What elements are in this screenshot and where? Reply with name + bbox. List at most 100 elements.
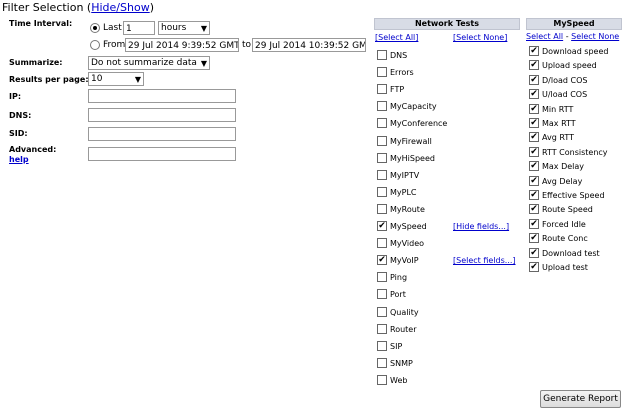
results-select-value: 10 <box>91 74 103 84</box>
myspeed-field-label: RTT Consistency <box>542 147 608 157</box>
myspeed-field-checkbox[interactable]: ✔ <box>529 103 539 114</box>
network-test-checkbox[interactable] <box>377 340 387 351</box>
myspeed-field-checkbox[interactable]: ✔ <box>529 74 539 85</box>
myspeed-field-label: Route Speed <box>542 205 593 215</box>
network-test-label: MyConference <box>390 119 448 129</box>
myspeed-field-label: Max RTT <box>542 119 576 128</box>
network-select-all-link[interactable]: [Select All] <box>375 33 418 42</box>
network-test-label: SNMP <box>390 358 413 368</box>
network-tests-header: Network Tests <box>374 18 520 30</box>
network-test-checkbox[interactable] <box>377 135 387 146</box>
sid-input[interactable] <box>88 127 236 141</box>
chevron-down-icon: ▼ <box>134 75 141 84</box>
myspeed-field-checkbox[interactable]: ✔ <box>529 190 539 200</box>
network-test-label: Port <box>390 290 406 300</box>
network-test-checkbox[interactable] <box>377 203 387 214</box>
myspeed-field-checkbox[interactable]: ✔ <box>529 204 539 215</box>
myspeed-field-checkbox[interactable]: ✔ <box>529 46 539 56</box>
myspeed-field-checkbox[interactable]: ✔ <box>529 146 539 157</box>
from-radio[interactable] <box>90 40 100 50</box>
network-test-checkbox[interactable] <box>377 357 387 368</box>
myspeed-field-checkbox[interactable]: ✔ <box>529 118 539 128</box>
myvoip-select-fields-link[interactable]: [Select fields...] <box>453 256 516 265</box>
network-test-checkbox[interactable] <box>377 118 387 129</box>
network-test-label: Web <box>390 375 408 385</box>
myspeed-field-checkbox[interactable]: ✔ <box>529 247 539 258</box>
network-test-checkbox[interactable] <box>377 272 387 283</box>
dns-label: DNS: <box>9 111 32 120</box>
last-value-input[interactable]: 1 <box>123 21 155 35</box>
to-date-input[interactable]: 29 Jul 2014 10:39:52 GMT <box>252 38 366 52</box>
myspeed-field-checkbox[interactable]: ✔ <box>529 175 539 186</box>
last-label: Last <box>103 23 122 33</box>
myspeed-field-label: Avg RTT <box>542 133 574 143</box>
network-test-checkbox[interactable] <box>377 289 387 300</box>
myspeed-field-label: Min RTT <box>542 104 574 114</box>
myspeed-hide-fields-link[interactable]: [Hide fields...] <box>453 222 509 231</box>
network-test-label: Errors <box>390 68 414 78</box>
myspeed-field-label: Upload test <box>542 263 588 272</box>
unit-select[interactable]: hours ▼ <box>158 21 210 35</box>
from-date-input[interactable]: 29 Jul 2014 9:39:52 GMT-0 <box>125 38 239 52</box>
to-label: to <box>242 40 252 50</box>
network-test-checkbox[interactable] <box>377 84 387 95</box>
network-test-checkbox[interactable]: ✔ <box>377 221 387 231</box>
from-label: From <box>103 40 126 50</box>
network-test-checkbox[interactable] <box>377 169 387 180</box>
myspeed-field-checkbox[interactable]: ✔ <box>529 233 539 244</box>
myspeed-field-checkbox[interactable]: ✔ <box>529 60 539 71</box>
hide-show-link[interactable]: Hide/Show <box>91 1 149 14</box>
network-test-checkbox[interactable] <box>377 101 387 112</box>
myspeed-field-label: Upload speed <box>542 61 597 71</box>
network-test-checkbox[interactable]: ✔ <box>377 255 387 266</box>
myspeed-select-all-link[interactable]: Select All <box>526 32 563 41</box>
network-test-checkbox[interactable] <box>377 323 387 334</box>
network-select-none-link[interactable]: [Select None] <box>453 33 507 42</box>
network-test-label: MyPLC <box>390 187 417 197</box>
network-test-label: MyFirewall <box>390 136 432 146</box>
network-test-label: SIP <box>390 341 403 351</box>
myspeed-field-checkbox[interactable]: ✔ <box>529 89 539 100</box>
myspeed-field-label: D/load COS <box>542 75 588 85</box>
myspeed-field-label: Forced Idle <box>542 219 586 229</box>
help-link[interactable]: help <box>9 155 29 164</box>
generate-report-button[interactable]: Generate Report <box>540 390 621 408</box>
myspeed-field-checkbox[interactable]: ✔ <box>529 262 539 272</box>
last-radio[interactable] <box>90 23 100 33</box>
network-test-checkbox[interactable] <box>377 50 387 60</box>
ip-label: IP: <box>9 92 22 101</box>
network-test-label: MySpeed <box>390 222 427 231</box>
title-text: Filter Selection <box>2 1 84 14</box>
myspeed-field-checkbox[interactable]: ✔ <box>529 132 539 143</box>
myspeed-field-label: Effective Speed <box>542 191 605 200</box>
network-test-label: DNS <box>390 51 408 60</box>
results-per-page-select[interactable]: 10 ▼ <box>88 72 144 86</box>
myspeed-field-label: Download speed <box>542 47 609 56</box>
advanced-input[interactable] <box>88 147 236 161</box>
chevron-down-icon: ▼ <box>200 59 207 68</box>
results-per-page-label: Results per page: <box>9 75 89 84</box>
network-test-checkbox[interactable] <box>377 374 387 385</box>
chevron-down-icon: ▼ <box>200 24 207 33</box>
filter-selection-title: Filter Selection (Hide/Show) <box>2 1 154 14</box>
myspeed-field-label: Avg Delay <box>542 176 583 186</box>
myspeed-field-checkbox[interactable]: ✔ <box>529 161 539 172</box>
myspeed-header: MySpeed <box>526 18 622 30</box>
myspeed-field-checkbox[interactable]: ✔ <box>529 218 539 229</box>
network-test-checkbox[interactable] <box>377 186 387 197</box>
network-test-checkbox[interactable] <box>377 238 387 249</box>
dns-input[interactable] <box>88 108 236 122</box>
myspeed-field-label: Max Delay <box>542 162 585 172</box>
network-test-label: MyCapacity <box>390 102 437 112</box>
summarize-select[interactable]: Do not summarize data ▼ <box>88 56 210 70</box>
network-test-checkbox[interactable] <box>377 67 387 78</box>
myspeed-select-none-link[interactable]: Select None <box>571 32 619 41</box>
ip-input[interactable] <box>88 89 236 103</box>
network-test-label: FTP <box>390 85 405 95</box>
sid-label: SID: <box>9 129 28 138</box>
separator-dash: - <box>565 32 569 41</box>
network-test-checkbox[interactable] <box>377 152 387 163</box>
network-test-label: MyHiSpeed <box>390 153 435 163</box>
network-test-checkbox[interactable] <box>377 306 387 317</box>
myspeed-select-links: Select All - Select None <box>526 32 619 41</box>
